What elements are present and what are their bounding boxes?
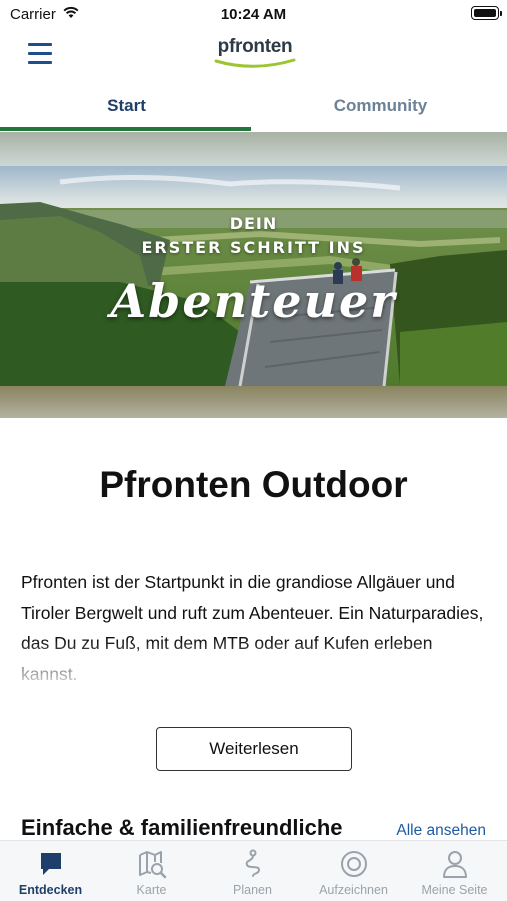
app-header: pfronten bbox=[0, 30, 507, 80]
clock: 10:24 AM bbox=[220, 6, 287, 23]
nav-label: Planen bbox=[233, 883, 272, 897]
tab-community[interactable]: Community bbox=[254, 88, 507, 132]
read-more-button[interactable]: Weiterlesen bbox=[156, 727, 352, 771]
record-icon bbox=[341, 851, 367, 877]
intro-fade-overlay bbox=[0, 640, 507, 690]
user-icon bbox=[443, 851, 467, 878]
nav-label: Meine Seite bbox=[421, 883, 488, 897]
status-bar: Carrier 10:24 AM bbox=[0, 0, 507, 30]
hero-headline-line3: Abenteuer bbox=[110, 274, 397, 328]
nav-label: Karte bbox=[136, 883, 167, 897]
nav-label: Aufzeichnen bbox=[319, 883, 388, 897]
active-tab-indicator bbox=[0, 127, 251, 131]
map-search-icon bbox=[139, 851, 167, 879]
battery-icon bbox=[471, 6, 502, 20]
tab-bar: Start Community bbox=[0, 88, 507, 132]
pfronten-logo: pfronten bbox=[200, 36, 310, 72]
route-icon bbox=[245, 849, 261, 877]
nav-item-entdecken[interactable]: Entdecken bbox=[0, 841, 101, 901]
logo-text: pfronten bbox=[217, 36, 293, 57]
see-all-link[interactable]: Alle ansehen bbox=[396, 822, 486, 840]
hamburger-menu-icon[interactable] bbox=[22, 40, 58, 68]
section-title: Einfache & familienfreundliche bbox=[21, 815, 343, 840]
nav-item-aufzeichnen[interactable]: Aufzeichnen bbox=[303, 841, 404, 901]
hero-banner[interactable]: DEIN ERSTER SCHRITT INS Abenteuer bbox=[0, 132, 507, 418]
nav-label: Entdecken bbox=[18, 883, 83, 897]
nav-item-meine-seite[interactable]: Meine Seite bbox=[404, 841, 505, 901]
tab-start[interactable]: Start bbox=[0, 88, 253, 132]
nav-item-karte[interactable]: Karte bbox=[101, 841, 202, 901]
speech-bubble-icon bbox=[41, 853, 61, 875]
hero-headline-line1: DEIN bbox=[229, 214, 278, 233]
hero-headline-line2: ERSTER SCHRITT INS bbox=[141, 238, 366, 257]
page-title: Pfronten Outdoor bbox=[99, 464, 408, 505]
nav-item-planen[interactable]: Planen bbox=[202, 841, 303, 901]
bottom-navigation: Entdecken Karte Planen Aufzeichnen Meine… bbox=[0, 840, 507, 901]
